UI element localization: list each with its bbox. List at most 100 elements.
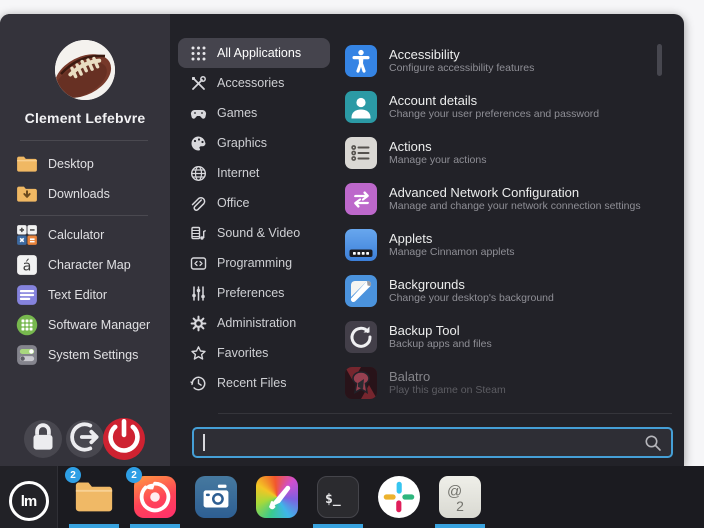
at-icon: @2 [439,476,481,518]
folder-download-icon [16,183,38,205]
category-label: Graphics [217,136,267,150]
notification-badge: 2 [65,467,81,483]
app-description: Manage and change your network connectio… [389,200,641,213]
category-preferences[interactable]: Preferences [178,278,330,308]
running-indicator [69,524,119,528]
category-administration[interactable]: Administration [178,308,330,338]
app-title: Backup Tool [389,323,492,338]
category-favorites[interactable]: Favorites [178,338,330,368]
taskbar-terminal[interactable]: $_ [316,466,360,528]
category-label: Internet [217,166,259,180]
user-name: Clement Lefebvre [0,110,170,126]
backup-icon [345,321,377,353]
power-icon [103,416,145,463]
app-title: Account details [389,93,599,108]
sidebar-item-label: Software Manager [48,318,150,332]
sidebar-app-text-editor[interactable]: Text Editor [0,280,170,310]
graphics-icon [190,135,207,152]
category-label: Games [217,106,257,120]
sidebar-app-character-map[interactable]: á Character Map [0,250,170,280]
place-downloads[interactable]: Downloads [0,179,170,209]
app-description: Backup apps and files [389,338,492,351]
running-indicator [130,524,180,528]
taskbar-screenshot[interactable] [194,466,238,528]
search-input[interactable] [194,435,643,450]
app-advanced-network-configuration[interactable]: Advanced Network Configuration Manage an… [335,176,651,222]
sidebar-item-label: Text Editor [48,288,107,302]
category-label: Programming [217,256,292,270]
scrollbar[interactable] [657,44,662,76]
firefox-icon [134,476,176,518]
menu-sidebar: Clement Lefebvre Desktop Downloads Calcu… [0,14,170,466]
taskbar-characters[interactable]: @2 [438,466,482,528]
window-list: 2 2 $_ @2 [72,466,482,528]
sidebar-app-software-manager[interactable]: Software Manager [0,310,170,340]
category-internet[interactable]: Internet [178,158,330,188]
category-list: All Applications Accessories Games Graph… [178,38,330,398]
category-label: All Applications [217,46,301,60]
balatro-icon [345,367,377,399]
app-applets[interactable]: Applets Manage Cinnamon applets [335,222,651,268]
session-buttons [24,416,154,460]
administration-icon [190,315,207,332]
mint-menu-button[interactable]: lm [9,481,49,521]
app-backgrounds[interactable]: Backgrounds Change your desktop's backgr… [335,268,651,314]
running-indicator [435,524,485,528]
sidebar-app-calculator[interactable]: Calculator [0,220,170,250]
category-label: Administration [217,316,296,330]
app-title: Applets [389,231,515,246]
category-label: Sound & Video [217,226,300,240]
category-all-applications[interactable]: All Applications [178,38,330,68]
recent-icon [190,375,207,392]
sidebar-divider [20,140,148,141]
internet-icon [190,165,207,182]
app-accessibility[interactable]: Accessibility Configure accessibility fe… [335,38,651,84]
category-office[interactable]: Office [178,188,330,218]
category-accessories[interactable]: Accessories [178,68,330,98]
app-title: Actions [389,139,486,154]
terminal-icon: $_ [317,476,359,518]
app-backup-tool[interactable]: Backup Tool Backup apps and files [335,314,651,360]
places-list: Desktop Downloads [0,149,170,209]
applets-icon [345,229,377,261]
category-programming[interactable]: Programming [178,248,330,278]
app-account-details[interactable]: Account details Change your user prefere… [335,84,651,130]
user-avatar[interactable] [55,40,115,100]
app-description: Manage Cinnamon applets [389,246,515,259]
logout-button[interactable] [66,420,104,458]
calculator-icon [16,224,38,246]
search-divider [218,413,672,414]
app-actions[interactable]: Actions Manage your actions [335,130,651,176]
taskbar-firefox[interactable]: 2 [133,466,177,528]
menu-button-area: lm [0,466,58,528]
taskbar-slack[interactable] [377,466,421,528]
lock-screen-button[interactable] [24,420,62,458]
place-desktop[interactable]: Desktop [0,149,170,179]
app-description: Change your user preferences and passwor… [389,108,599,121]
app-description: Change your desktop's background [389,292,554,305]
favorites-icon [190,345,207,362]
accessories-icon [190,75,207,92]
sidebar-divider [20,215,148,216]
sidebar-app-system-settings[interactable]: System Settings [0,340,170,370]
taskbar-image-editor[interactable] [255,466,299,528]
shutdown-button[interactable] [103,418,145,460]
taskbar-files[interactable]: 2 [72,466,116,528]
sound-video-icon [190,225,207,242]
sidebar-item-label: Desktop [48,157,94,171]
category-recent-files[interactable]: Recent Files [178,368,330,398]
category-games[interactable]: Games [178,98,330,128]
system-settings-icon [16,344,38,366]
slack-icon [378,476,420,518]
sidebar-apps-list: Calculator á Character Map Text Editor S… [0,220,170,370]
app-title: Accessibility [389,47,534,62]
category-label: Preferences [217,286,284,300]
category-graphics[interactable]: Graphics [178,128,330,158]
app-balatro[interactable]: Balatro Play this game on Steam [335,360,651,406]
actions-icon [345,137,377,169]
category-sound-video[interactable]: Sound & Video [178,218,330,248]
network-icon [345,183,377,215]
app-title: Balatro [389,369,506,384]
search-icon [643,433,663,453]
notification-badge: 2 [126,467,142,483]
